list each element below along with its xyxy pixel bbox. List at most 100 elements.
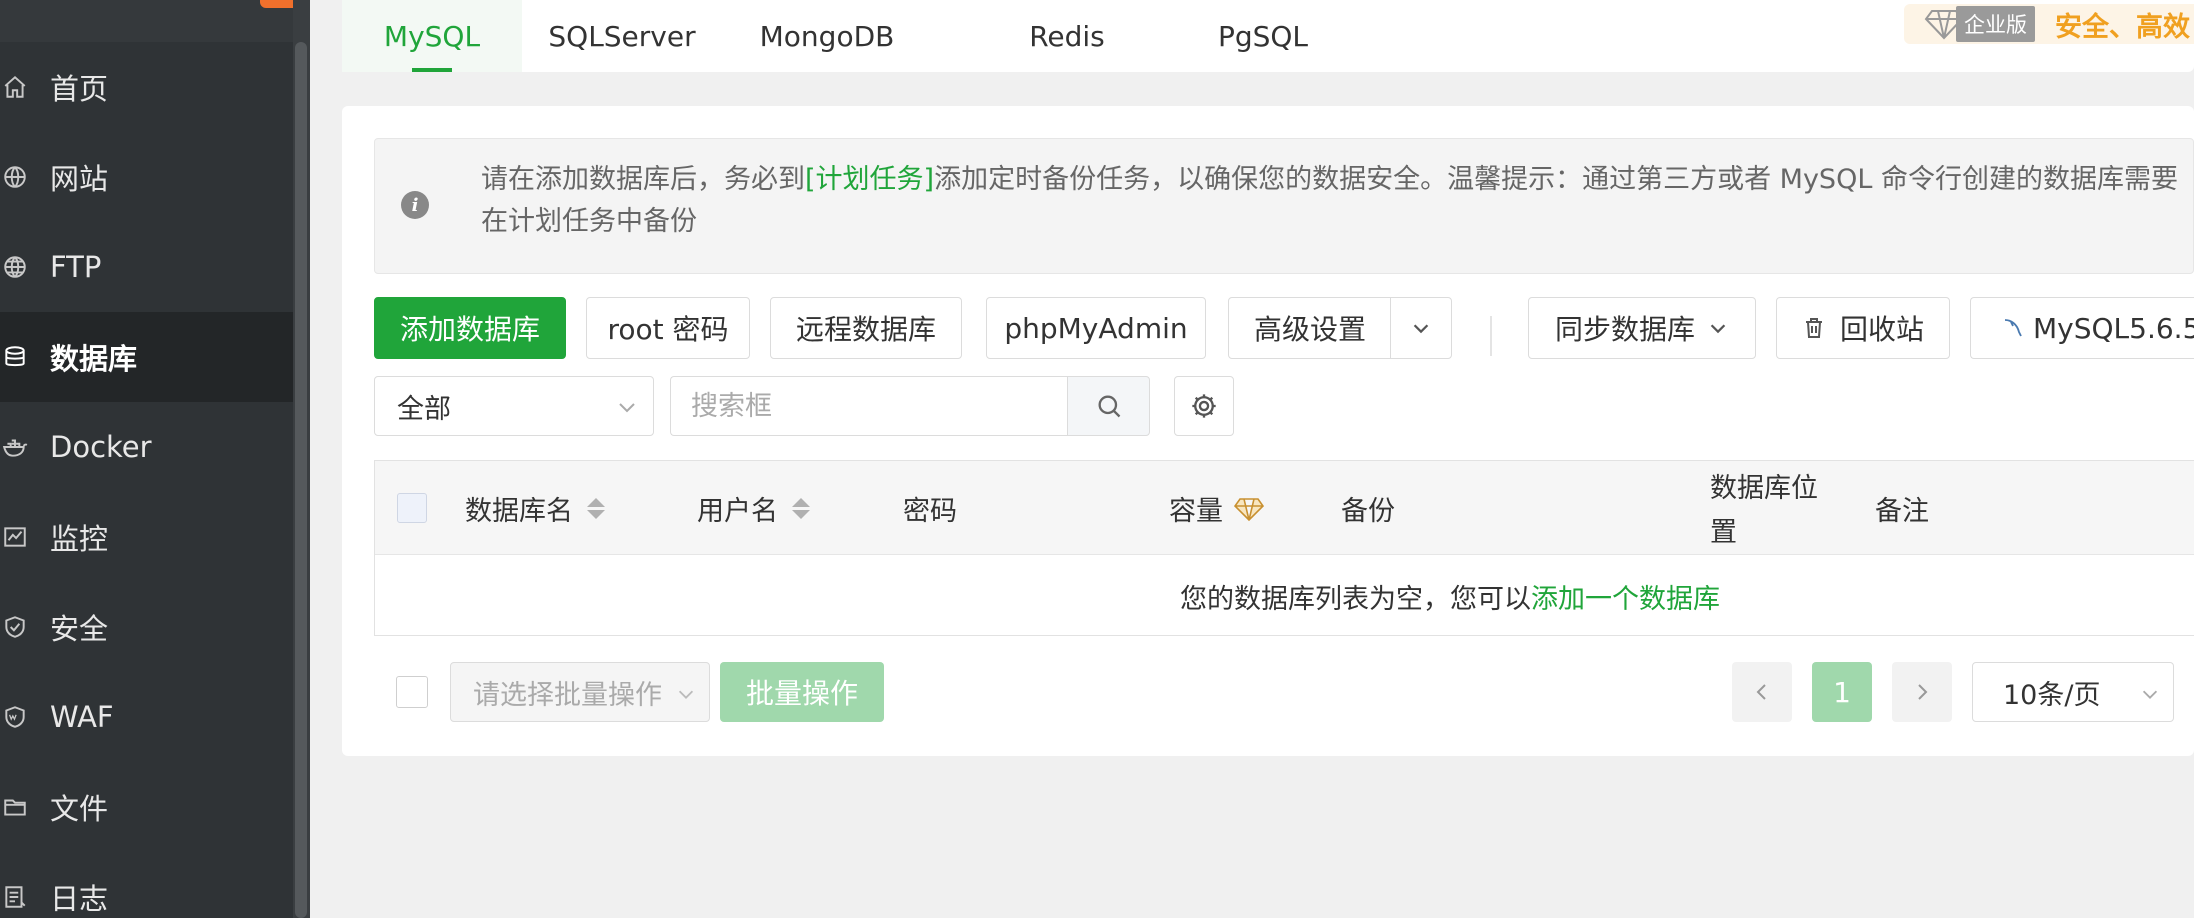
docker-icon [2,434,28,460]
sidebar-item-security[interactable]: 安全 [0,582,293,672]
globe-icon [2,164,28,190]
backup-notice: i 请在添加数据库后，务必到[计划任务]添加定时备份任务，以确保您的数据安全。温… [374,138,2194,274]
chevron-down-icon [615,395,639,426]
batch-select-checkbox[interactable] [396,676,428,708]
enterprise-badge[interactable]: 企业版 安全、高效 [1904,4,2194,44]
remote-database-button[interactable]: 远程数据库 [770,297,962,359]
sync-database-label: 同步数据库 [1554,313,1695,346]
folder-icon [2,794,28,820]
sidebar-header [0,0,295,42]
tab-label: PgSQL [1217,19,1309,53]
column-label: 容量 [1169,496,1223,527]
search-icon [1098,395,1120,418]
sidebar-item-docker[interactable]: Docker [0,402,293,492]
advanced-settings-button[interactable]: 高级设置 [1228,297,1392,359]
chevron-left-icon [1756,684,1766,700]
trash-icon [1805,318,1822,338]
sidebar-item-monitor[interactable]: 监控 [0,492,293,582]
sort-icon [792,498,810,519]
sidebar-item-home[interactable]: 首页 [0,42,293,132]
column-db-location: 数据库位置 [1710,467,1830,555]
search-button[interactable] [1067,376,1150,436]
tab-mysql[interactable]: MySQL [342,0,522,72]
sidebar: 首页 网站 FTP 数据库 Docker 监控 安全 WAF 文件 日志 [0,0,310,918]
recycle-bin-button[interactable]: 回收站 [1776,297,1950,359]
sidebar-item-label: 日志 [50,882,109,916]
sidebar-item-label: 网站 [50,162,109,196]
sidebar-item-label: 文件 [50,792,109,826]
table-header: 数据库名 用户名 密码 容量 备份 数据库位置 备注 [375,461,2194,555]
sidebar-item-ftp[interactable]: FTP [0,222,293,312]
chevron-down-icon [2139,681,2161,712]
chevron-down-icon [1710,324,1726,334]
prev-page-button[interactable] [1732,662,1792,722]
mysql-version-label: MySQL5.6.5 [2033,311,2194,345]
column-label: 数据库名 [465,496,573,527]
phpmyadmin-button[interactable]: phpMyAdmin [986,297,1206,359]
sidebar-nav: 首页 网站 FTP 数据库 Docker 监控 安全 WAF 文件 日志 [0,42,293,918]
sidebar-item-database[interactable]: 数据库 [0,312,293,402]
sidebar-item-label: FTP [50,250,102,284]
notice-text-line2: 在计划任务中备份 [481,206,697,237]
advanced-settings-dropdown[interactable] [1390,297,1452,359]
tab-redis[interactable]: Redis [1007,0,1127,72]
sidebar-item-website[interactable]: 网站 [0,132,293,222]
root-password-button[interactable]: root 密码 [586,297,750,359]
sidebar-item-logs[interactable]: 日志 [0,852,293,918]
recycle-bin-label: 回收站 [1839,313,1924,346]
enterprise-slogan: 安全、高效 [2055,11,2190,43]
batch-operation-button[interactable]: 批量操作 [720,662,884,722]
enterprise-label: 企业版 [1956,6,2035,42]
column-password: 密码 [903,489,957,528]
cron-task-link[interactable]: [计划任务] [805,164,934,195]
sync-database-button[interactable]: 同步数据库 [1528,297,1756,359]
toolbar-divider [1490,316,1492,356]
sidebar-item-label: 数据库 [50,342,138,376]
column-label: 数据库位置 [1710,473,1818,548]
sidebar-item-files[interactable]: 文件 [0,762,293,852]
batch-operation-select[interactable]: 请选择批量操作 [450,662,710,722]
mysql-version-button[interactable]: MySQL5.6.5 [1970,297,2194,359]
sidebar-item-label: WAF [50,700,114,734]
column-db-name[interactable]: 数据库名 [465,489,605,528]
column-settings-button[interactable] [1174,376,1234,436]
select-all-checkbox[interactable] [397,493,427,523]
category-select[interactable]: 全部 [374,376,654,436]
database-type-tabs: MySQL SQLServer MongoDB Redis PgSQL 企业版 … [342,0,2194,72]
category-selected: 全部 [397,393,451,425]
sidebar-item-label: 监控 [50,522,109,556]
sidebar-item-label: 首页 [50,72,109,106]
page-size-select[interactable]: 10条/页 [1972,662,2174,722]
current-page[interactable]: 1 [1812,662,1872,722]
empty-state-text: 您的数据库列表为空，您可以 [1180,583,1531,615]
column-label: 备份 [1341,496,1395,527]
sidebar-item-waf[interactable]: WAF [0,672,293,762]
home-icon [2,74,28,100]
sidebar-scrollbar[interactable] [295,42,307,918]
tab-sqlserver[interactable]: SQLServer [542,0,702,72]
tab-label: MongoDB [759,19,895,53]
batch-operation-placeholder: 请选择批量操作 [473,679,662,711]
notice-text-part: 添加定时备份任务，以确保您的数据安全。温馨提示：通过第三方或者 MySQL 命令… [934,164,2178,195]
search-input[interactable] [670,376,1068,436]
premium-diamond-icon[interactable] [1233,496,1265,522]
add-database-link[interactable]: 添加一个数据库 [1531,577,1720,616]
chevron-down-icon [1413,324,1429,334]
sidebar-item-label: 安全 [50,612,109,646]
column-label: 用户名 [697,496,778,527]
page-size-value: 10条/页 [2003,679,2101,711]
database-icon [2,344,28,370]
tab-pgsql[interactable]: PgSQL [1188,0,1338,72]
shield-icon [2,614,28,640]
next-page-button[interactable] [1892,662,1952,722]
tab-active-indicator [412,68,452,72]
gear-icon [1192,394,1216,418]
column-username[interactable]: 用户名 [697,489,810,528]
notice-text-part: 请在添加数据库后，务必到 [481,164,805,195]
chevron-down-icon [675,681,697,712]
tab-label: SQLServer [548,19,696,53]
column-backup: 备份 [1341,489,1395,528]
empty-state-row: 您的数据库列表为空，您可以 添加一个数据库 [375,556,2194,636]
tab-mongodb[interactable]: MongoDB [732,0,922,72]
add-database-button[interactable]: 添加数据库 [374,297,566,359]
